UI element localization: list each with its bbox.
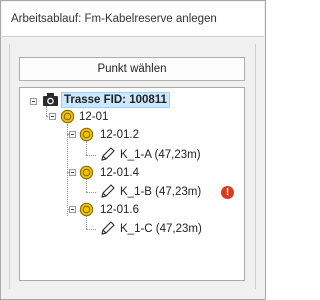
yellow-point-icon xyxy=(60,109,75,127)
tree-node-root-label: Trasse FID: 100811 xyxy=(61,92,170,108)
collapse-toggle-12-01-2[interactable] xyxy=(69,131,76,138)
select-point-button[interactable]: Punkt wählen xyxy=(19,57,245,81)
tree-node-root[interactable]: Trasse FID: 100811 xyxy=(61,91,170,109)
tree-connector xyxy=(86,229,96,230)
tree-view[interactable]: Trasse FID: 100811 12-01 12-01.2 K_1-A (… xyxy=(19,87,245,281)
tree-connector xyxy=(67,124,68,216)
camera-node-icon xyxy=(42,92,59,110)
error-icon: ! xyxy=(221,186,234,199)
tree-connector xyxy=(86,155,96,156)
title-bar: Arbeitsablauf: Fm-Kabelreserve anlegen xyxy=(2,2,264,37)
collapse-toggle-12-01-4[interactable] xyxy=(69,169,76,176)
window-title: Arbeitsablauf: Fm-Kabelreserve anlegen xyxy=(11,13,217,25)
collapse-toggle-root[interactable] xyxy=(30,98,37,105)
yellow-point-icon xyxy=(79,202,94,220)
collapse-toggle-12-01-6[interactable] xyxy=(69,206,76,213)
tree-leaf-k1c[interactable]: K_1-C (47,23m) xyxy=(120,220,202,238)
tree-leaf-k1b[interactable]: K_1-B (47,23m) xyxy=(120,183,201,201)
pencil-icon xyxy=(99,146,116,166)
tree-node-12-01-4[interactable]: 12-01.4 xyxy=(100,164,139,182)
tree-leaf-k1a[interactable]: K_1-A (47,23m) xyxy=(120,146,201,164)
yellow-point-icon xyxy=(79,127,94,145)
tree-node-12-01-6[interactable]: 12-01.6 xyxy=(100,201,139,219)
yellow-point-icon xyxy=(79,165,94,183)
pencil-icon xyxy=(99,220,116,240)
pencil-icon xyxy=(99,183,116,203)
tree-node-12-01[interactable]: 12-01 xyxy=(79,108,108,126)
tree-connector xyxy=(86,192,96,193)
collapse-toggle-12-01[interactable] xyxy=(49,113,56,120)
tree-node-12-01-2[interactable]: 12-01.2 xyxy=(100,126,139,144)
